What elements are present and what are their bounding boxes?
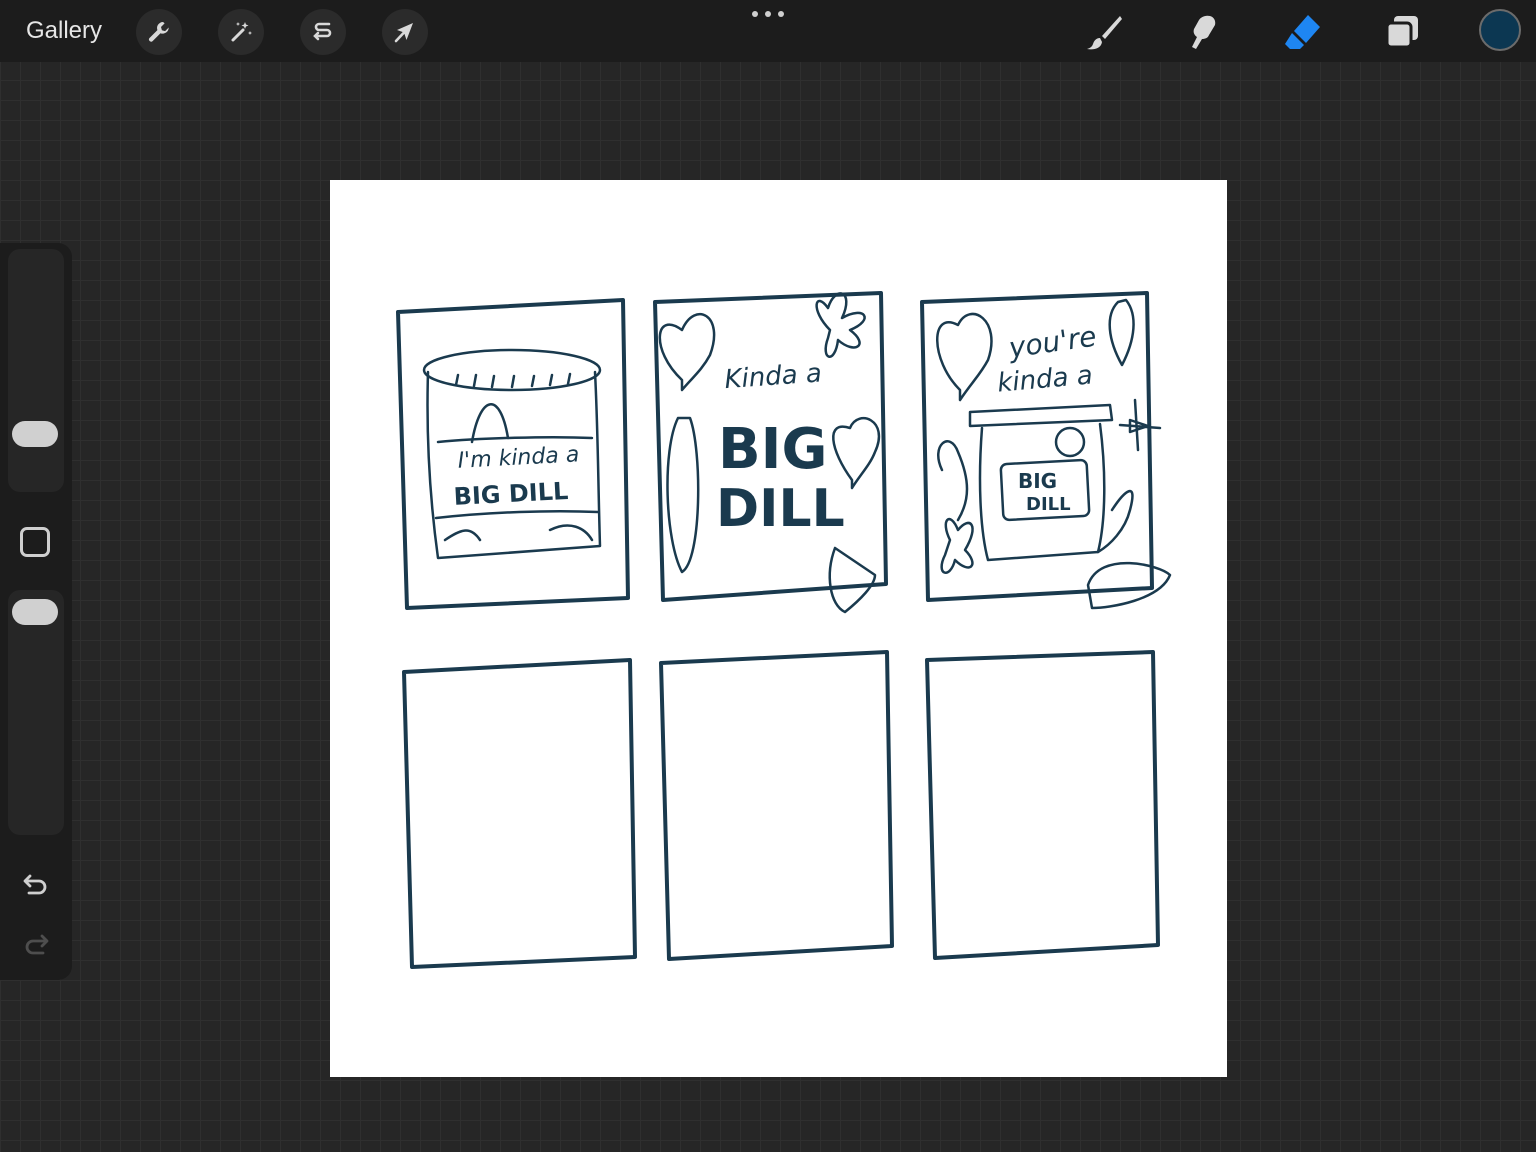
undo-icon (23, 874, 47, 895)
brush-tool-button[interactable] (1082, 10, 1126, 54)
magic-wand-icon (231, 22, 252, 42)
layers-button[interactable] (1380, 10, 1424, 54)
undo-button[interactable] (16, 865, 56, 901)
selection-icon (313, 22, 332, 41)
smudge-icon (1192, 15, 1216, 50)
color-picker-button[interactable] (1479, 9, 1521, 51)
panel-1-text-line-1: I'm kinda a (457, 442, 580, 473)
gallery-button[interactable]: Gallery (26, 16, 102, 46)
panel-2-text-line-1: Kinda a (724, 358, 823, 395)
sketch-artwork: I'm kinda a BIG DILL Kinda a BIG DILL yo… (396, 291, 1172, 969)
redo-icon (25, 934, 49, 955)
top-toolbar: Gallery (0, 0, 1536, 62)
wrench-icon (148, 22, 169, 42)
drawing-canvas[interactable]: I'm kinda a BIG DILL Kinda a BIG DILL yo… (330, 180, 1227, 1077)
eraser-tool-button[interactable] (1280, 10, 1324, 54)
smudge-tool-button[interactable] (1180, 10, 1224, 54)
panel-frame-6 (925, 650, 1160, 960)
opacity-slider-thumb[interactable] (12, 599, 58, 625)
redo-button[interactable] (16, 925, 56, 961)
panel-2-text-line-3: DILL (716, 479, 845, 539)
left-sidebar (0, 243, 72, 980)
panel-frame-5 (659, 650, 894, 961)
layers-icon (1385, 16, 1418, 49)
panel-3-text-line-2: kinda a (996, 360, 1094, 398)
transform-button[interactable] (382, 9, 428, 55)
panel-3-text-line-4: DILL (1026, 494, 1071, 515)
more-options-button[interactable] (752, 8, 784, 20)
actions-button[interactable] (136, 9, 182, 55)
eraser-icon (1285, 15, 1320, 49)
adjustments-button[interactable] (218, 9, 264, 55)
transform-arrow-icon (394, 23, 413, 43)
brush-size-slider[interactable] (8, 249, 64, 492)
brush-icon (1087, 16, 1122, 50)
panel-3-text-line-1: you're (1006, 320, 1099, 365)
modify-button[interactable] (20, 527, 50, 557)
panel-1-text-line-2: BIG DILL (453, 477, 569, 511)
panel-frame-4 (402, 658, 637, 969)
opacity-slider[interactable] (8, 590, 64, 835)
selection-button[interactable] (300, 9, 346, 55)
panel-2-text-line-2: BIG (718, 417, 827, 482)
brush-size-slider-thumb[interactable] (12, 421, 58, 447)
panel-3-text-line-3: BIG (1018, 469, 1057, 493)
